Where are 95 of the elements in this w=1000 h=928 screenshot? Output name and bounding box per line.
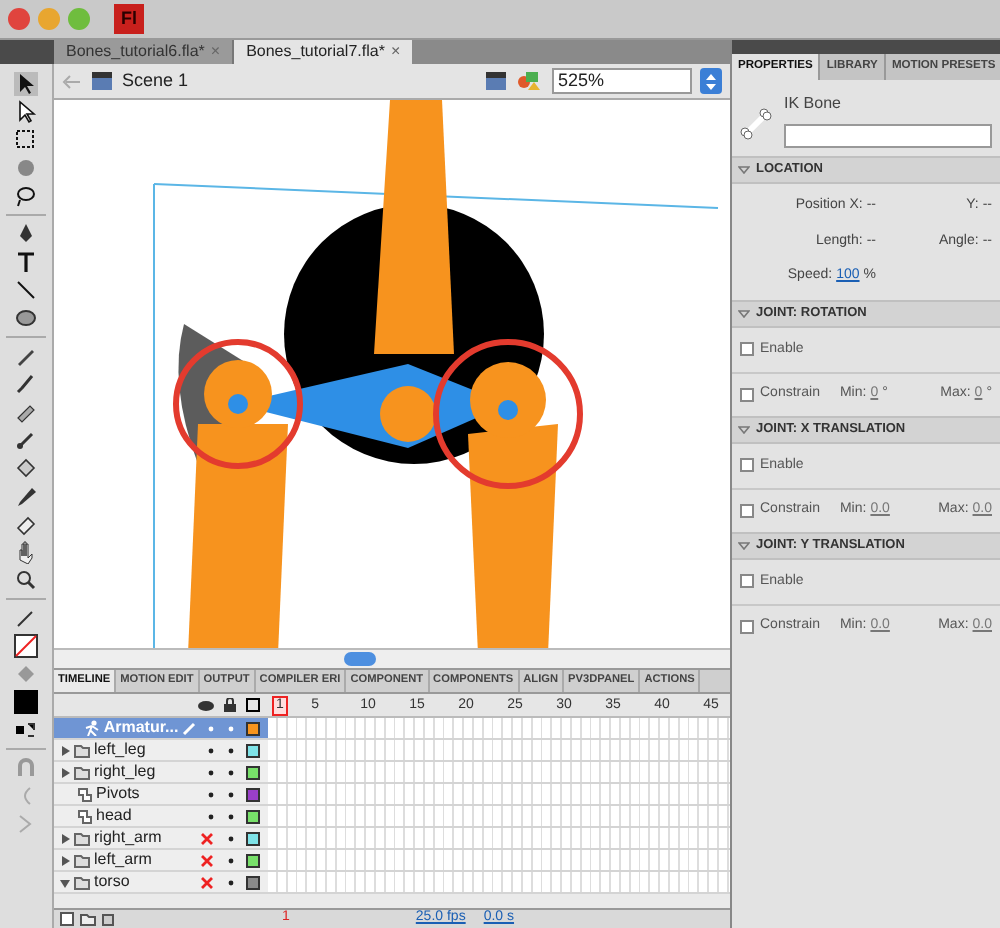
- visible-dot-icon[interactable]: [208, 813, 214, 819]
- subselect-arrow-icon[interactable]: [14, 100, 38, 124]
- collapsed-triangle-icon[interactable]: [60, 767, 70, 777]
- collapse-triangle-icon[interactable]: [738, 309, 750, 317]
- lasso-icon[interactable]: [14, 184, 38, 208]
- zoom-dropdown-button[interactable]: [700, 68, 722, 94]
- collapse-triangle-icon[interactable]: [738, 425, 750, 433]
- layer-name[interactable]: left_arm: [94, 848, 188, 872]
- layer-color-swatch[interactable]: [246, 809, 260, 823]
- hidden-x-icon[interactable]: [200, 875, 214, 889]
- clapperboard-icon[interactable]: [484, 70, 508, 92]
- hidden-x-icon[interactable]: [200, 853, 214, 867]
- hand-icon[interactable]: [14, 540, 38, 564]
- hidden-x-icon[interactable]: [200, 831, 214, 845]
- document-tab[interactable]: Bones_tutorial7.fla* ×: [234, 40, 413, 64]
- app-logo: Fl: [114, 4, 144, 34]
- instance-name-field[interactable]: [784, 124, 992, 148]
- magnifier-icon[interactable]: [14, 568, 38, 592]
- layer-name[interactable]: head: [96, 804, 196, 828]
- line-icon[interactable]: [14, 278, 38, 302]
- checkbox[interactable]: [740, 619, 754, 634]
- unlocked-dot-icon[interactable]: [228, 791, 234, 797]
- layer-color-swatch[interactable]: [246, 831, 260, 845]
- eye-icon[interactable]: [198, 699, 214, 711]
- checkbox[interactable]: [740, 458, 754, 473]
- visible-dot-icon[interactable]: [208, 769, 214, 775]
- collapsed-triangle-icon[interactable]: [60, 855, 70, 865]
- layer-row[interactable]: left_arm: [54, 850, 730, 872]
- layer-row[interactable]: right_leg: [54, 762, 730, 784]
- layer-row[interactable]: left_leg: [54, 740, 730, 762]
- unlocked-dot-icon[interactable]: [228, 835, 234, 841]
- lock-icon[interactable]: [224, 698, 236, 712]
- transform-icon[interactable]: [14, 128, 38, 152]
- document-tab[interactable]: Bones_tutorial6.fla* ×: [54, 40, 235, 64]
- layer-name[interactable]: Pivots: [96, 782, 196, 806]
- visible-dot-icon[interactable]: [208, 791, 214, 797]
- layer-color-swatch[interactable]: [246, 765, 260, 779]
- outline-icon[interactable]: [246, 698, 260, 712]
- checkbox[interactable]: [740, 387, 754, 402]
- collapsed-triangle-icon[interactable]: [60, 745, 70, 755]
- bone-icon: [740, 108, 772, 140]
- layer-name[interactable]: right_leg: [94, 760, 196, 784]
- close-tab-button[interactable]: ×: [390, 40, 401, 64]
- layer-color-swatch[interactable]: [246, 853, 260, 867]
- visible-dot-icon[interactable]: [208, 725, 215, 731]
- unlocked-dot-icon[interactable]: [228, 879, 234, 885]
- new-folder-icon[interactable]: [80, 912, 96, 926]
- eyedropper-icon[interactable]: [14, 484, 38, 508]
- no-color-swatch-icon[interactable]: [14, 634, 38, 658]
- unlocked-dot-icon[interactable]: [228, 747, 234, 753]
- layer-name[interactable]: right_arm: [94, 826, 188, 850]
- collapse-triangle-icon[interactable]: [738, 541, 750, 549]
- unlocked-dot-icon[interactable]: [228, 725, 235, 731]
- horizontal-scrollbar[interactable]: [54, 648, 730, 668]
- collapsed-triangle-icon[interactable]: [60, 833, 70, 843]
- checkbox[interactable]: [740, 503, 754, 518]
- pen-icon[interactable]: [14, 222, 38, 246]
- swap-colors-icon[interactable]: [14, 718, 38, 742]
- unlocked-dot-icon[interactable]: [228, 769, 234, 775]
- eraser-icon[interactable]: [14, 512, 38, 536]
- scene-label: Scene 1: [122, 67, 189, 94]
- layer-row[interactable]: head: [54, 806, 730, 828]
- object-type-label: IK Bone: [784, 92, 843, 116]
- layer-row[interactable]: Pivots: [54, 784, 730, 806]
- layer-row[interactable]: right_arm: [54, 828, 730, 850]
- trash-icon[interactable]: [102, 912, 114, 926]
- layer-row[interactable]: torso: [54, 872, 730, 894]
- layer-name[interactable]: torso: [94, 870, 188, 894]
- checkbox[interactable]: [740, 342, 754, 357]
- layer-name[interactable]: left_leg: [94, 738, 196, 762]
- new-layer-icon[interactable]: [60, 912, 74, 926]
- oval-icon[interactable]: [14, 306, 38, 330]
- stroke-color-icon[interactable]: [14, 606, 38, 630]
- visible-dot-icon[interactable]: [208, 747, 214, 753]
- stepper-icon: [706, 73, 716, 89]
- pencil-icon[interactable]: [14, 344, 38, 368]
- checkbox[interactable]: [740, 574, 754, 589]
- zoom-field[interactable]: 525%: [552, 68, 692, 94]
- expanded-triangle-icon[interactable]: [60, 877, 70, 887]
- fill-swatch-icon[interactable]: [14, 690, 38, 714]
- clapperboard-icon: [90, 70, 114, 92]
- unlocked-dot-icon[interactable]: [228, 813, 234, 819]
- unlocked-dot-icon[interactable]: [228, 857, 234, 863]
- close-window-button[interactable]: [8, 8, 30, 30]
- collapse-triangle-icon[interactable]: [738, 166, 750, 174]
- running-figure-icon: [83, 720, 100, 736]
- text-tool-icon[interactable]: [14, 250, 38, 274]
- layer-color-swatch[interactable]: [246, 721, 260, 735]
- layer-color-swatch[interactable]: [246, 787, 260, 801]
- bone-tool-icon[interactable]: [14, 428, 38, 452]
- layer-color-swatch[interactable]: [246, 875, 260, 889]
- pencil-icon: [182, 721, 197, 735]
- layer-color-swatch[interactable]: [246, 743, 260, 757]
- arrow-icon[interactable]: [14, 72, 38, 96]
- shapes-icon[interactable]: [516, 70, 540, 92]
